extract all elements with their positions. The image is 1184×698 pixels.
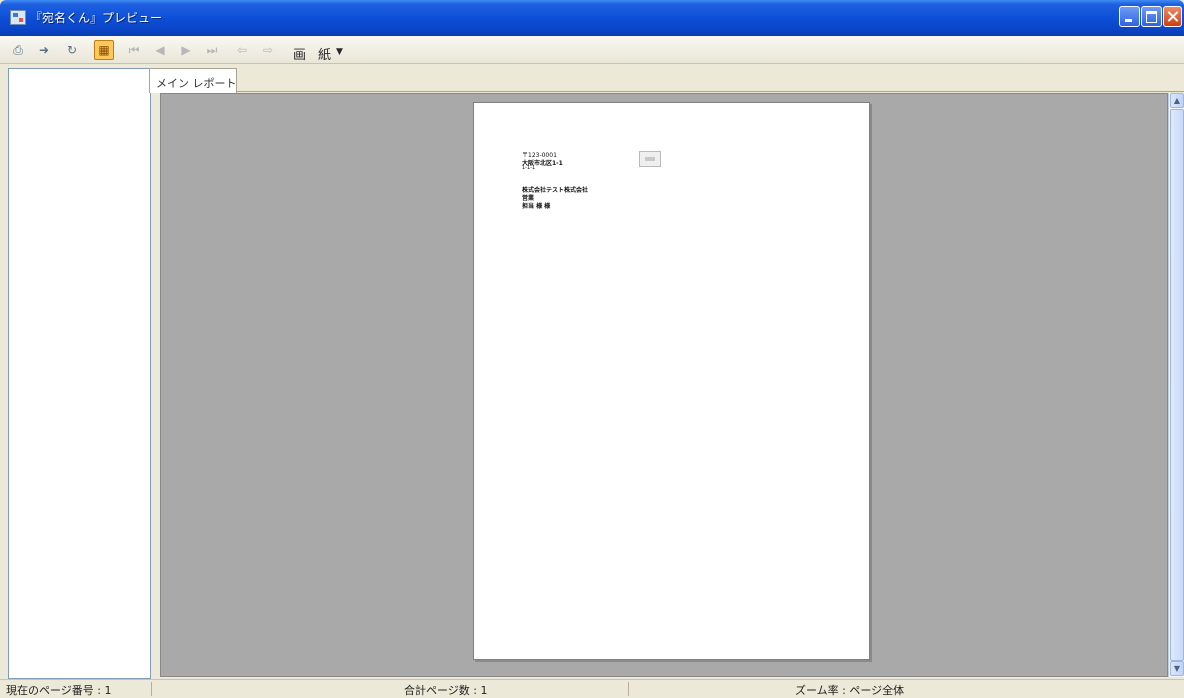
vertical-scrollbar[interactable]: ▲ ▼ — [1168, 93, 1184, 677]
zoom-status: ズーム率 : ページ全体 — [795, 684, 905, 697]
printer-icon: ⎙ — [13, 43, 23, 57]
app-icon — [10, 10, 26, 25]
next-page-button[interactable]: ▶ — [176, 40, 196, 60]
title-bar[interactable]: 『宛名くん』プレビュー — [0, 0, 1184, 36]
previous-page-icon: ◀ — [155, 43, 165, 57]
status-divider — [628, 682, 629, 696]
stamp-icon — [639, 151, 661, 167]
status-divider — [151, 682, 152, 696]
scroll-down-button[interactable]: ▼ — [1170, 661, 1184, 676]
thumbnails-icon: ▦ — [98, 43, 110, 57]
thumbnail-pane[interactable] — [8, 68, 151, 679]
first-page-icon: ⏮ — [128, 43, 140, 57]
zoom-dropdown[interactable]: 紙 — [318, 44, 331, 63]
refresh-button[interactable]: ↻ — [62, 40, 82, 60]
next-page-icon: ▶ — [181, 43, 191, 57]
maximize-button[interactable] — [1141, 6, 1162, 27]
minimize-button[interactable] — [1119, 6, 1140, 27]
refresh-icon: ↻ — [66, 43, 78, 57]
window-title: 『宛名くん』プレビュー — [30, 11, 163, 25]
print-button[interactable]: ⎙ — [8, 40, 28, 60]
export-icon: ➜ — [38, 43, 50, 57]
scroll-thumb[interactable] — [1170, 109, 1184, 661]
toolbar: ⎙ ➜ ↻ ▦ ⏮ ◀ ▶ ⏭ ⇦ ⇨ 画 紙 ▼ — [0, 36, 1184, 64]
status-bar: 現在のページ番号 : 1 合計ページ数 : 1 ズーム率 : ページ全体 — [0, 679, 1184, 697]
close-button[interactable] — [1163, 6, 1182, 27]
tab-main-report[interactable]: メイン レポート — [149, 68, 237, 93]
address-line-2: 1-1-1 — [522, 165, 536, 171]
back-button[interactable]: ⇦ — [232, 40, 252, 60]
scroll-up-button[interactable]: ▲ — [1170, 93, 1184, 108]
back-icon: ⇦ — [236, 43, 248, 57]
export-button[interactable]: ➜ — [34, 40, 54, 60]
chevron-down-icon[interactable]: ▼ — [336, 47, 343, 57]
last-page-button[interactable]: ⏭ — [202, 40, 222, 60]
previous-page-button[interactable]: ◀ — [150, 40, 170, 60]
recipient-name: 担当 様 様 — [522, 203, 551, 210]
thumbnails-toggle-button[interactable]: ▦ — [94, 40, 114, 60]
current-page-status: 現在のページ番号 : 1 — [6, 684, 112, 697]
print-label[interactable]: 画 — [293, 44, 306, 63]
total-pages-status: 合計ページ数 : 1 — [404, 684, 488, 697]
report-tabs: メイン レポート — [149, 68, 1184, 93]
last-page-icon: ⏭ — [206, 43, 218, 57]
forward-icon: ⇨ — [262, 43, 274, 57]
forward-button[interactable]: ⇨ — [258, 40, 278, 60]
first-page-button[interactable]: ⏮ — [124, 40, 144, 60]
